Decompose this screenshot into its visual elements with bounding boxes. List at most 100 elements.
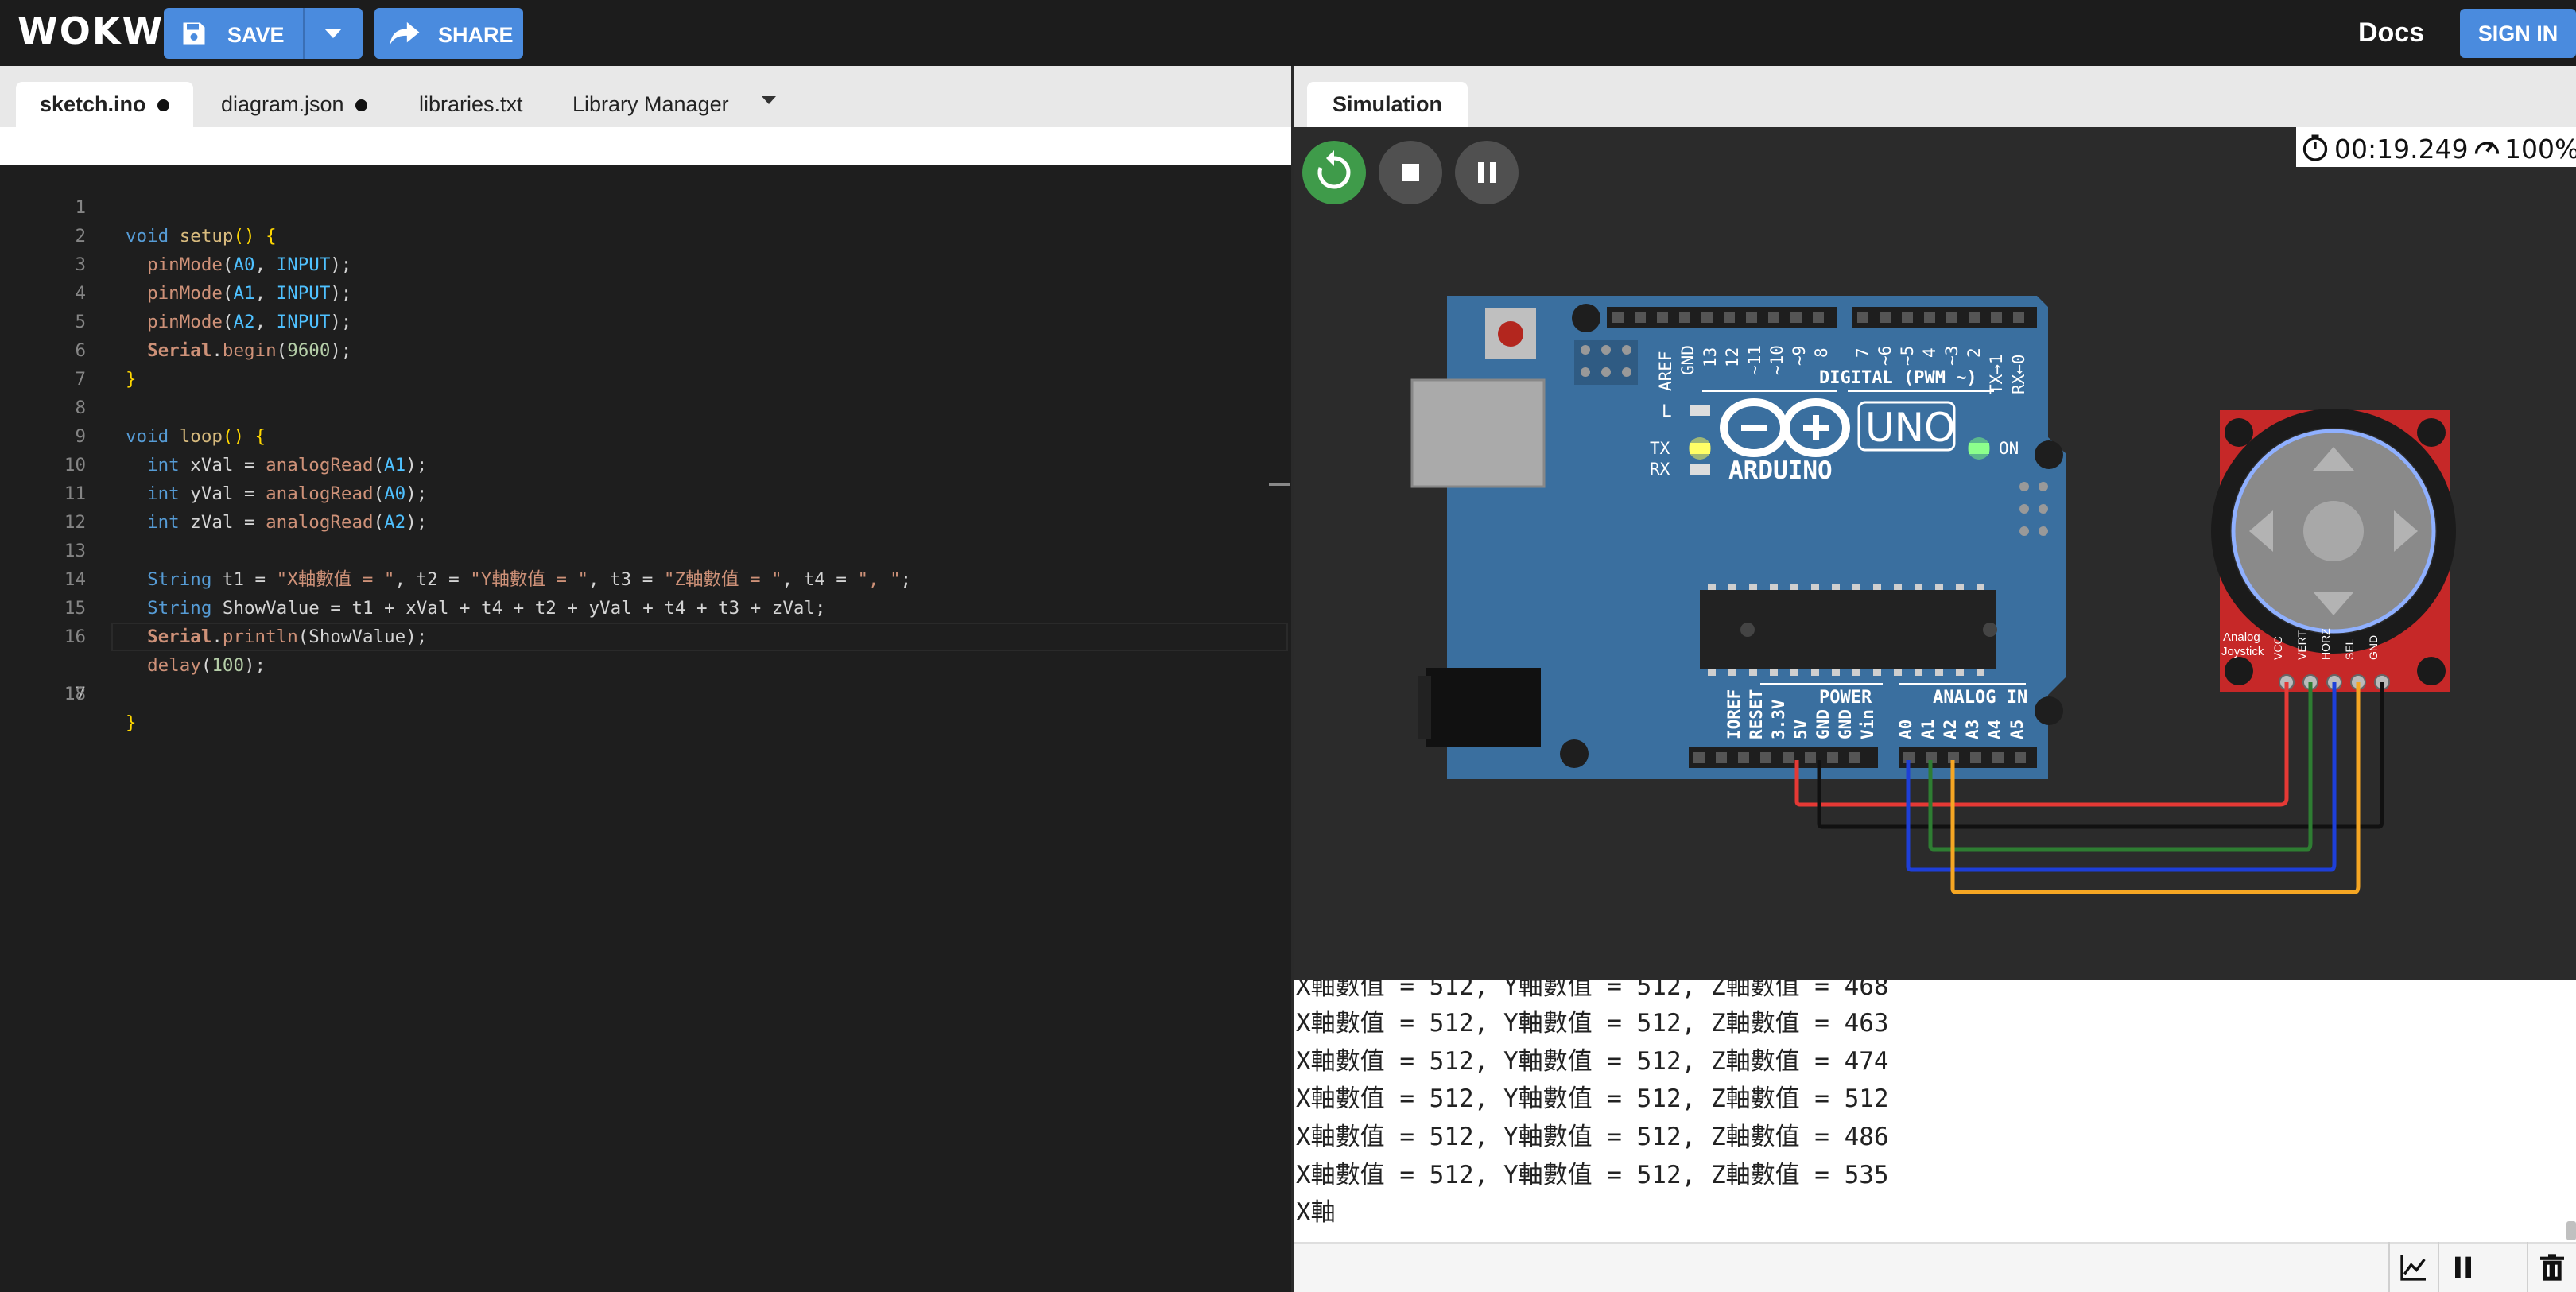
pin-label: 3.3V [1769,699,1788,739]
serial-line: X軸數值 = 512, Y軸數值 = 512, Z軸數值 = 463 [1296,1009,1889,1038]
pin-label: GND [1678,345,1697,375]
serial-line: X軸數值 = 512, Y軸數值 = 512, Z軸數值 = 486 [1296,1123,1889,1151]
tab-label: Library Manager [572,92,729,116]
code-line: 5 Serial.begin(9600); [0,279,1288,361]
top-bar: WOKWI SAVE SHARE Docs SIGN IN [0,0,2576,66]
led-tx [1690,443,1710,454]
tab-label: sketch.ino [40,92,146,116]
serial-pause-button[interactable] [2438,1242,2485,1292]
chevron-down-icon [324,29,342,38]
serial-line: X軸數值 = 512, Y軸數值 = 512, Z軸數值 = 468 [1296,980,1889,1001]
pin-label: AREF [1656,351,1675,391]
led-l-label: L [1662,402,1672,421]
code-line: 15 Serial.println(ShowValue); [0,565,1288,647]
tab-libraries-txt[interactable]: libraries.txt [419,82,523,127]
code-line: 16 delay(100); [0,594,1288,676]
power-jack [1426,668,1541,747]
tab-library-manager[interactable]: Library Manager [572,82,729,127]
pin-label: GND [1836,709,1855,739]
pin-label: 7 [1853,347,1872,358]
code-line: 7 [0,336,1288,390]
code-line: 13 String t1 = "X軸數值 = ", t2 = "Y軸數值 = "… [0,508,1288,590]
save-options-dropdown[interactable] [303,8,363,59]
pin-label: Vin [1858,709,1877,739]
editor-scrollbar-marker[interactable] [1269,483,1290,486]
tab-diagram-json[interactable]: diagram.json [221,82,367,127]
uno-model: UNO [1865,405,1955,451]
share-arrow-icon [390,21,420,45]
code-line: 11 int zVal = analogRead(A2); [0,451,1288,533]
pin-label: A0 [1896,720,1915,739]
serial-line: X軸 [1296,1198,1336,1227]
sign-in-button[interactable]: SIGN IN [2460,9,2576,58]
joystick-label-line2: Joystick [2221,645,2264,658]
code-line: 2 pinMode(A0, INPUT); [0,193,1288,275]
pin-label: 2 [1965,347,1984,358]
plotter-button[interactable] [2388,1242,2436,1292]
pin-label: ~3 [1942,346,1961,366]
led-l [1690,405,1710,416]
floppy-disk-icon [183,22,205,45]
led-rx-label: RX [1650,460,1670,479]
power-jack-rim [1418,676,1431,739]
pause-icon [2455,1256,2471,1278]
line-number: 18 [64,684,86,704]
led-tx-label: TX [1650,439,1670,458]
pin-label: A3 [1963,720,1982,739]
editor-toolbar-strip [0,127,1291,165]
unsaved-dot-icon [157,99,169,112]
circuit-diagram: AREF GND 13 12 ~11 ~10 ~9 8 7 ~6 ~5 4 ~3… [1410,296,2456,894]
clear-serial-button[interactable] [2527,1242,2574,1292]
joystick-pin-label: VERT [2295,630,2308,660]
code-editor[interactable]: 1 void setup() { 2 pinMode(A0, INPUT); 3… [0,165,1291,1292]
led-on-label: ON [1999,439,2019,458]
pin-label: ~5 [1898,346,1917,366]
pin-label: 13 [1701,347,1720,367]
digital-header-right [1852,307,2037,328]
trash-icon [2540,1254,2564,1281]
pin-label: 4 [1920,347,1939,358]
led-rx [1690,464,1710,475]
pin-label: ~6 [1876,346,1895,366]
digital-header-label: DIGITAL (PWM ~) [1819,368,1977,388]
code-line: 12 [0,479,1288,533]
code-text: } [126,712,137,733]
pin-label: 12 [1723,347,1742,367]
share-button-label: SHARE [438,23,514,47]
pin-label: A2 [1941,720,1960,739]
pin-label: RESET [1747,689,1766,739]
led-on [1969,443,1989,454]
code-line: 3 pinMode(A1, INPUT); [0,222,1288,304]
code-line: 6 } [0,308,1288,390]
pin-label: TX→1 [1987,354,2006,394]
serial-line: X軸數值 = 512, Y軸數值 = 512, Z軸數值 = 474 [1296,1047,1889,1076]
code-line: 18 [0,651,1288,704]
chart-icon [2400,1255,2426,1281]
joystick-pin-label: SEL [2343,638,2356,660]
pin-label: RX←0 [2009,354,2028,394]
tab-label: libraries.txt [419,92,523,116]
wokwi-logo[interactable]: WOKWI [17,10,179,52]
joystick-pin-label: HORZ [2319,628,2332,660]
share-button[interactable]: SHARE [374,8,523,59]
tab-label: diagram.json [221,92,344,116]
pin-label: A1 [1918,720,1938,739]
tab-menu-caret-icon[interactable] [762,96,776,104]
tab-sketch-ino[interactable]: sketch.ino [16,82,193,127]
code-line: 4 pinMode(A2, INPUT); [0,250,1288,332]
tab-simulation[interactable]: Simulation [1307,82,1468,127]
pin-label: ~10 [1767,345,1787,375]
arduino-uno-board[interactable]: AREF GND 13 12 ~11 ~10 ~9 8 7 ~6 ~5 4 ~3… [1410,296,2066,779]
pin-label: 8 [1812,347,1831,358]
serial-scrollbar[interactable] [2566,1221,2576,1240]
editor-tab-bar: sketch.ino diagram.json libraries.txt Li… [0,66,1291,127]
unsaved-dot-icon [355,99,367,112]
analog-joystick-module[interactable]: Analog Joystick VCC VERT HORZ SEL GND [2211,409,2456,692]
reset-button-cap[interactable] [1498,321,1523,347]
docs-link[interactable]: Docs [2358,17,2424,48]
current-line-highlight [111,623,1288,651]
pin-label: A5 [2008,720,2027,739]
code-line: 8 void loop() { [0,365,1288,447]
serial-input-field[interactable] [1294,1242,2576,1292]
serial-monitor-output[interactable]: X軸數值 = 512, Y軸數值 = 512, Z軸數值 = 468 X軸數值 … [1294,980,2576,1242]
